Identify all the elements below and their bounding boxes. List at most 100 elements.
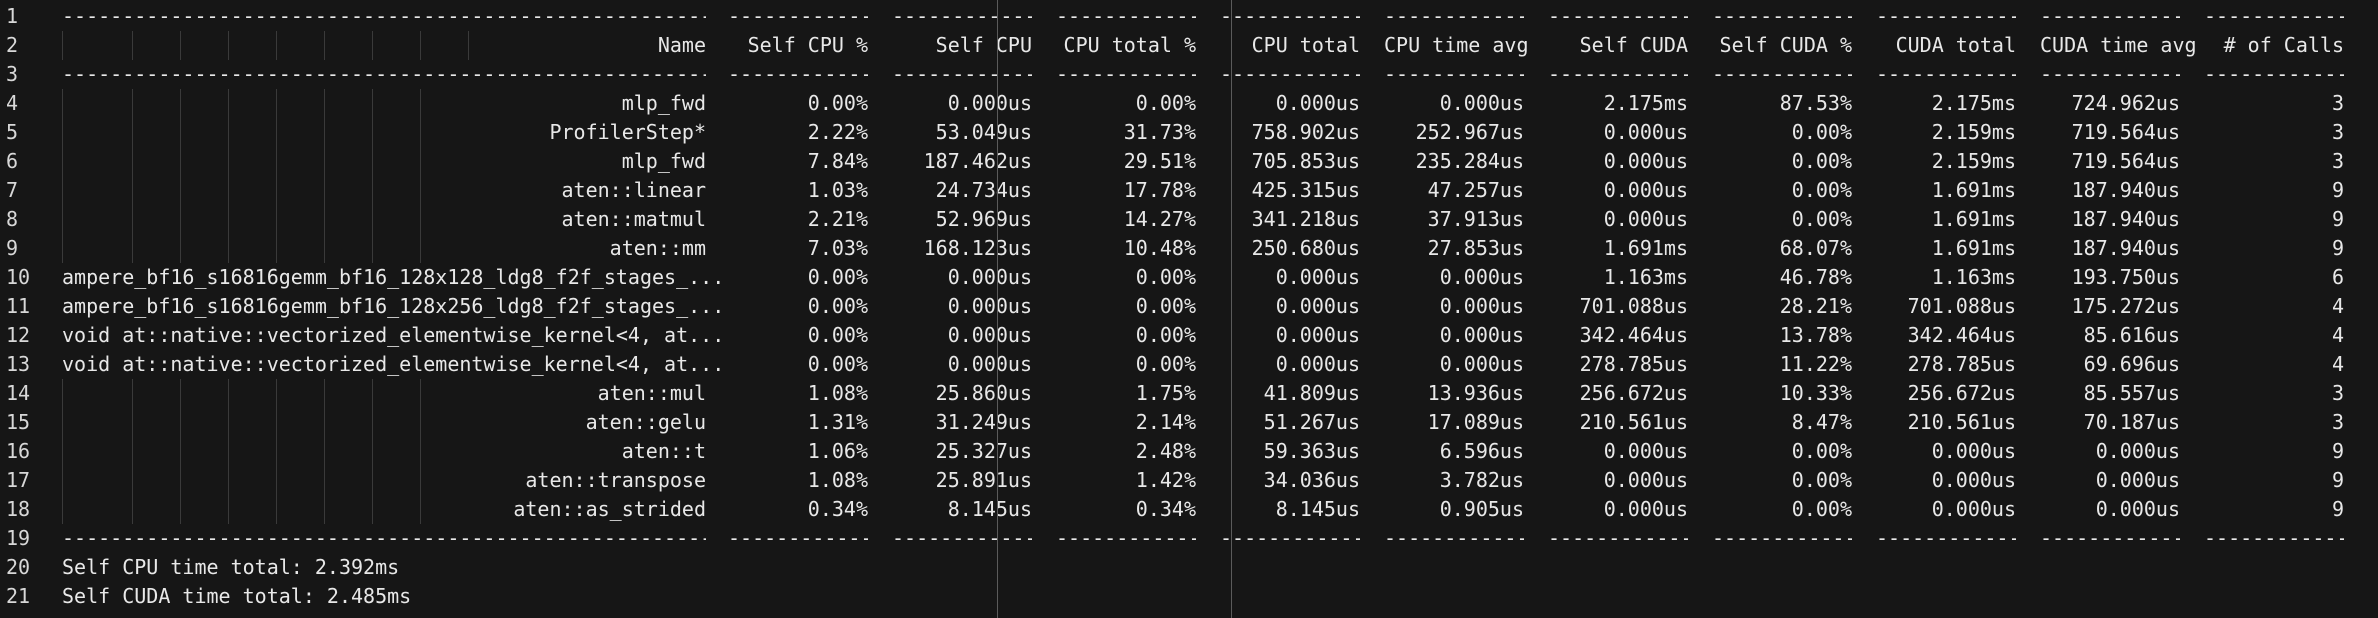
cell-value: 0.00% [807,294,868,318]
column-ruler [1231,0,1232,618]
cell-value: 27.853us [1427,236,1524,260]
separator-dashes: ------------ [728,526,868,550]
separator-dashes: ------------ [892,4,1032,28]
separator-dashes: ------------ [1712,526,1852,550]
cell-value: 719.564us [2071,120,2180,144]
cell-value: 3 [2331,381,2344,405]
table-row: 12 void at::native::vectorized_elementwis… [0,321,2378,350]
cell-value: 0.000us [947,352,1032,376]
table-row: 18 aten::as_strided 0.34% 8.145us 0.34% 8.145… [0,495,2378,524]
cell-value: 0.000us [1603,207,1688,231]
cell-value: 3 [2331,120,2344,144]
table-row: 17 aten::transpose 1.08% 25.891us 1.42% 34.03… [0,466,2378,495]
cell-value: 0.000us [1931,497,2016,521]
cell-value: 1.03% [807,178,868,202]
line-number: 7 [6,178,19,202]
column-header: CPU time avg [1384,33,1529,57]
cell-value: 25.860us [935,381,1032,405]
cell-value: 3 [2331,410,2344,434]
cell-value: 1.75% [1135,381,1196,405]
cell-value: 2.175ms [1931,91,2016,115]
separator-line: 1 ---------------------------------------… [0,2,2378,31]
cell-value: 17.089us [1427,410,1524,434]
cell-value: 68.07% [1779,236,1852,260]
separator-dashes: ------------ [1220,62,1360,86]
cell-value: 46.78% [1779,265,1852,289]
separator-dashes: ------------ [1876,526,2016,550]
separator-dashes: ------------ [1056,62,1196,86]
cell-value: 210.561us [1579,410,1688,434]
cell-value: 0.000us [2095,468,2180,492]
cell-value: 1.08% [807,381,868,405]
cell-value: 724.962us [2071,91,2180,115]
cell-value: 0.00% [1135,352,1196,376]
separator-dashes: ----------------------------------------… [62,526,706,550]
cell-value: 24.734us [935,178,1032,202]
cell-name: aten::matmul [561,207,707,231]
cell-value: 1.42% [1135,468,1196,492]
cell-value: 2.21% [807,207,868,231]
cell-value: 719.564us [2071,149,2180,173]
line-number: 8 [6,207,19,231]
cell-value: 4 [2331,352,2344,376]
table-header-row: 2 Name Self CPU % Self CPU CPU total % CPU to… [0,31,2378,60]
line-number: 4 [6,91,19,115]
cell-value: 3 [2331,91,2344,115]
separator-dashes: ------------ [1384,526,1524,550]
table-row: 11 ampere_bf16_s16816gemm_bf16_128x256_ld… [0,292,2378,321]
cell-value: 4 [2331,294,2344,318]
cell-value: 37.913us [1427,207,1524,231]
cell-name: ampere_bf16_s16816gemm_bf16_128x256_ldg8… [62,294,725,318]
cell-value: 0.000us [1603,497,1688,521]
cell-value: 7.84% [807,149,868,173]
cell-name: aten::mul [597,381,706,405]
line-number: 14 [6,381,31,405]
cell-value: 13.78% [1779,323,1852,347]
table-row: 9 aten::mm 7.03% 168.123us 10.48% 250.680us 27… [0,234,2378,263]
cell-value: 0.000us [1275,265,1360,289]
cell-value: 2.159ms [1931,120,2016,144]
column-header: Self CPU [935,33,1032,57]
cell-value: 0.000us [947,265,1032,289]
cell-value: 69.696us [2083,352,2180,376]
cell-value: 0.00% [1791,497,1852,521]
cell-value: 1.163ms [1603,265,1688,289]
cell-value: 25.327us [935,439,1032,463]
cell-value: 0.000us [1275,91,1360,115]
separator-dashes: ------------ [1056,4,1196,28]
cell-value: 342.464us [1907,323,2016,347]
column-ruler [997,0,998,618]
cell-value: 52.969us [935,207,1032,231]
line-number: 21 [6,584,31,608]
cell-value: 0.000us [1603,120,1688,144]
line-number: 2 [6,33,19,57]
cell-value: 1.08% [807,468,868,492]
cell-value: 8.145us [947,497,1032,521]
cell-value: 9 [2331,468,2344,492]
cell-value: 0.000us [1931,468,2016,492]
cell-value: 0.000us [2095,497,2180,521]
cell-value: 705.853us [1251,149,1360,173]
separator-dashes: ------------ [2204,4,2344,28]
cell-name: aten::linear [561,178,707,202]
cell-value: 51.267us [1263,410,1360,434]
separator-dashes: ------------ [1712,4,1852,28]
cell-value: 342.464us [1579,323,1688,347]
separator-dashes: ------------ [1712,62,1852,86]
cell-value: 6 [2331,265,2344,289]
cell-value: 29.51% [1123,149,1196,173]
cell-value: 0.000us [1439,91,1524,115]
cell-value: 278.785us [1579,352,1688,376]
cell-value: 28.21% [1779,294,1852,318]
column-header-name: Name [657,33,706,57]
cell-name: aten::gelu [585,410,706,434]
cell-value: 0.00% [1135,91,1196,115]
cell-value: 341.218us [1251,207,1360,231]
cell-name: aten::t [621,439,706,463]
cell-name: mlp_fwd [621,91,706,115]
line-number: 12 [6,323,31,347]
text-editor[interactable]: 1 ---------------------------------------… [0,0,2378,618]
cell-value: 0.000us [1439,352,1524,376]
cell-value: 2.159ms [1931,149,2016,173]
line-number: 15 [6,410,31,434]
